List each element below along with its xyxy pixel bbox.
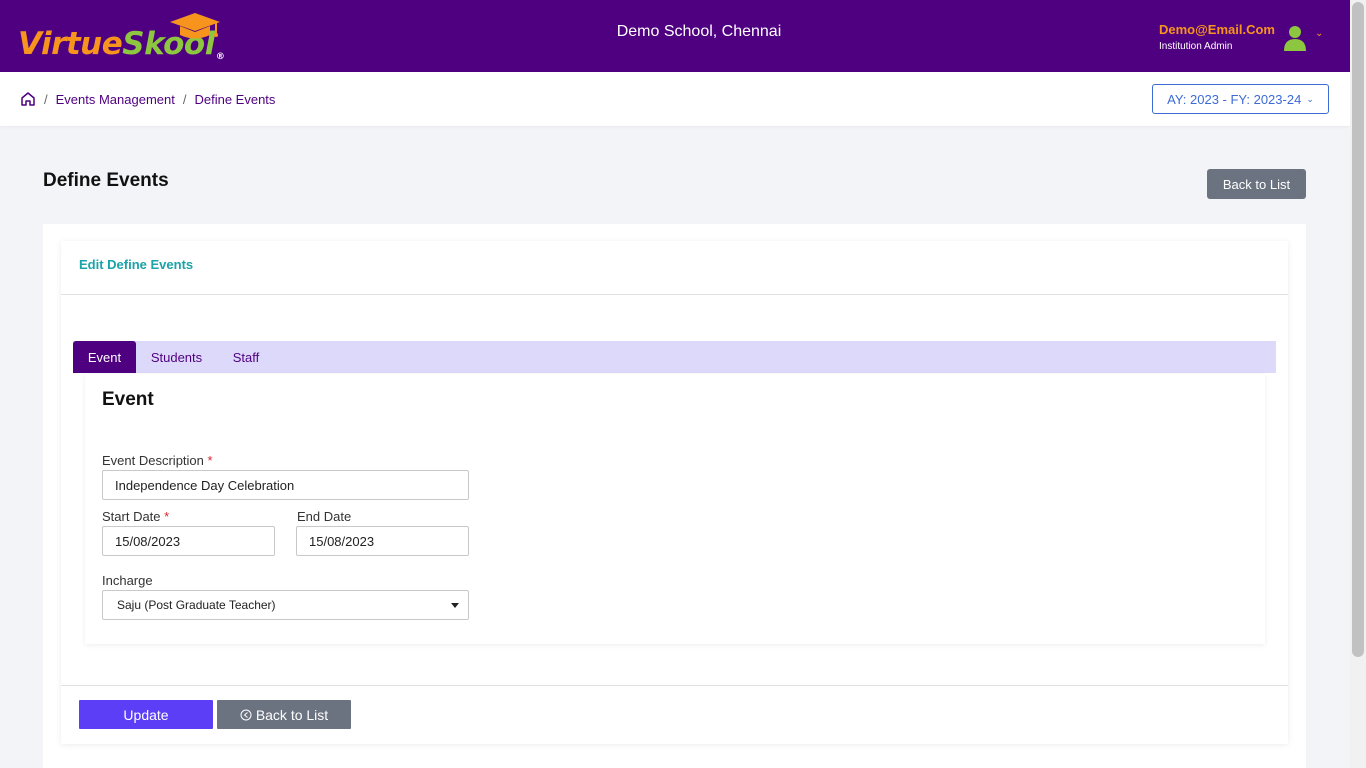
academic-year-label: AY: 2023 - FY: 2023-24 [1167,91,1302,107]
chevron-down-icon[interactable]: ⌄ [1315,28,1323,39]
user-avatar-icon[interactable] [1283,24,1307,52]
user-role: Institution Admin [1159,41,1233,52]
back-to-list-button[interactable]: Back to List [217,700,351,729]
page-title: Define Events [43,170,169,191]
incharge-label: Incharge [102,573,153,588]
breadcrumb-bar: / Events Management / Define Events AY: … [0,72,1350,126]
update-button[interactable]: Update [79,700,213,729]
breadcrumb-define-events[interactable]: Define Events [194,92,275,107]
back-to-list-label: Back to List [255,706,329,723]
home-icon[interactable] [20,91,36,107]
card-divider [61,294,1288,295]
breadcrumb: / Events Management / Define Events [20,91,275,107]
scrollbar-thumb[interactable] [1352,2,1364,657]
top-header: VirtueSkool® Demo School, Chennai Demo@E… [0,0,1350,72]
arrow-left-circle-icon [240,709,252,721]
card-heading: Edit Define Events [79,257,194,272]
page-scrollbar[interactable] [1350,0,1366,768]
user-email: Demo@Email.Com [1159,22,1275,37]
academic-year-dropdown[interactable]: AY: 2023 - FY: 2023-24 ⌄ [1152,84,1329,114]
breadcrumb-separator: / [182,91,187,107]
breadcrumb-events-management[interactable]: Events Management [56,92,175,107]
event-description-label: Event Description * [102,453,213,468]
end-date-label: End Date [297,509,352,524]
start-date-label: Start Date * [102,509,170,524]
incharge-selected-value: Saju (Post Graduate Teacher) [117,598,276,612]
required-mark: * [164,509,170,524]
end-date-input[interactable]: 15/08/2023 [296,526,469,556]
breadcrumb-separator: / [44,91,48,107]
incharge-select[interactable]: Saju (Post Graduate Teacher) [102,590,469,620]
caret-down-icon [451,603,459,608]
tab-event[interactable]: Event [73,341,136,373]
event-description-input[interactable]: Independence Day Celebration [102,470,469,500]
tab-students[interactable]: Students [140,341,213,373]
user-info[interactable]: Demo@Email.Com Institution Admin [1159,22,1275,52]
start-date-input[interactable]: 15/08/2023 [102,526,275,556]
back-to-list-button-top[interactable]: Back to List [1207,169,1306,199]
chevron-down-icon: ⌄ [1306,93,1314,104]
required-mark: * [207,453,213,468]
panel-title: Event [102,389,154,410]
footer-divider [61,685,1288,686]
tab-staff[interactable]: Staff [222,341,270,373]
